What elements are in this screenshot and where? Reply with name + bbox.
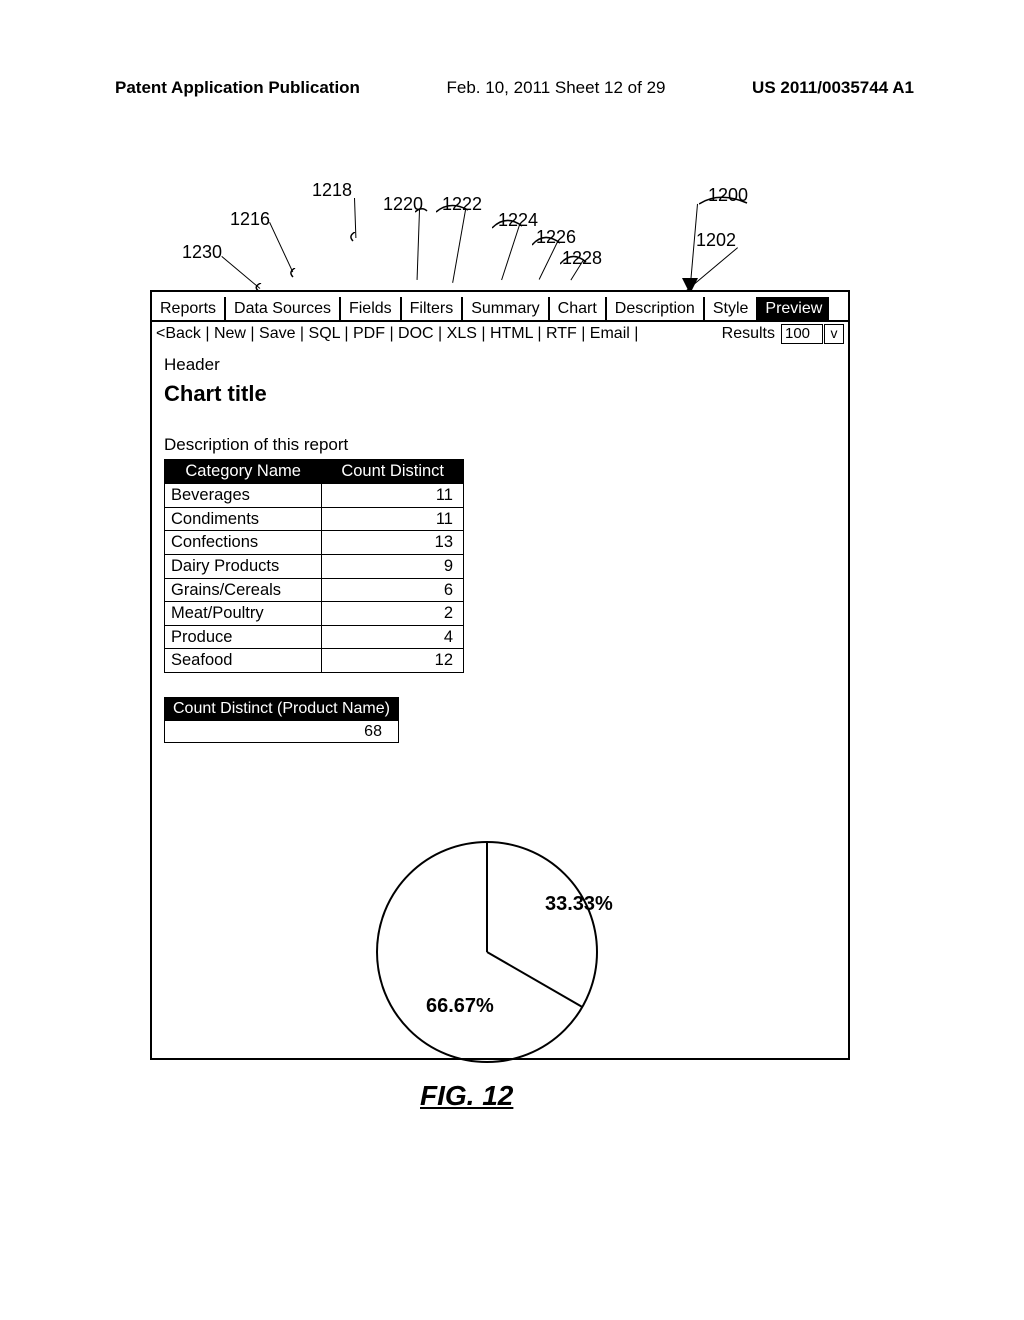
pub-right: US 2011/0035744 A1	[752, 78, 914, 98]
leader-1224	[501, 225, 520, 280]
table-row: Beverages11	[165, 484, 464, 508]
tab-fields[interactable]: Fields	[341, 297, 402, 320]
leader-1222-hook	[436, 204, 472, 214]
annot-1202: 1202	[696, 230, 736, 251]
leader-1224-hook	[492, 218, 528, 230]
tab-description[interactable]: Description	[607, 297, 705, 320]
table-row: Grains/Cereals6	[165, 578, 464, 602]
cell-val: 11	[322, 507, 464, 531]
cell-cat: Seafood	[165, 649, 322, 673]
results-dropdown-icon[interactable]: v	[824, 324, 844, 344]
cell-val: 2	[322, 602, 464, 626]
table-row: Seafood12	[165, 649, 464, 673]
tab-data-sources[interactable]: Data Sources	[226, 297, 341, 320]
pie-label-b: 66.67%	[426, 995, 494, 1017]
results-label: Results	[722, 325, 775, 343]
leader-1216-hook	[288, 268, 302, 278]
leader-1218-hook	[348, 232, 362, 242]
cell-cat: Dairy Products	[165, 554, 322, 578]
leader-1226-hook	[532, 235, 566, 247]
page-header: Patent Application Publication Feb. 10, …	[115, 78, 914, 98]
cell-val: 13	[322, 531, 464, 555]
header-text: Header	[164, 355, 836, 375]
table-row: Meat/Poultry2	[165, 602, 464, 626]
summary-value: 68	[165, 721, 399, 743]
tab-preview[interactable]: Preview	[758, 297, 829, 320]
leader-1222	[452, 210, 466, 283]
col-header-category: Category Name	[165, 460, 322, 484]
cell-cat: Condiments	[165, 507, 322, 531]
data-table: Category Name Count Distinct Beverages11…	[164, 459, 464, 673]
chart-title: Chart title	[164, 381, 836, 407]
pub-center: Feb. 10, 2011 Sheet 12 of 29	[447, 78, 666, 98]
tab-style[interactable]: Style	[705, 297, 759, 320]
results-input[interactable]: 100	[781, 324, 823, 344]
leader-1200-hook	[699, 195, 749, 207]
tab-bar: Reports Data Sources Fields Filters Summ…	[152, 292, 848, 322]
table-row: Dairy Products9	[165, 554, 464, 578]
cell-val: 9	[322, 554, 464, 578]
leader-1220	[417, 210, 420, 280]
leader-1216	[269, 222, 293, 272]
cell-cat: Produce	[165, 625, 322, 649]
tab-summary[interactable]: Summary	[463, 297, 549, 320]
report-description: Description of this report	[164, 435, 836, 455]
col-header-count: Count Distinct	[322, 460, 464, 484]
cell-cat: Meat/Poultry	[165, 602, 322, 626]
cell-val: 12	[322, 649, 464, 673]
annot-1216: 1216	[230, 209, 270, 230]
sub-toolbar-links[interactable]: <Back | New | Save | SQL | PDF | DOC | X…	[156, 325, 638, 343]
cell-cat: Confections	[165, 531, 322, 555]
summary-header: Count Distinct (Product Name)	[165, 698, 399, 721]
leader-1220-hook	[415, 204, 429, 214]
report-body: Header Chart title Description of this r…	[152, 347, 848, 751]
pie-label-a: 33.33%	[545, 893, 613, 915]
annot-1218: 1218	[312, 180, 352, 201]
pie-svg: 33.33% 66.67%	[347, 832, 647, 1072]
annot-1230: 1230	[182, 242, 222, 263]
summary-table: Count Distinct (Product Name) 68	[164, 697, 399, 743]
table-row: Confections13	[165, 531, 464, 555]
cell-cat: Grains/Cereals	[165, 578, 322, 602]
table-row: Condiments11	[165, 507, 464, 531]
tab-chart[interactable]: Chart	[550, 297, 607, 320]
tab-filters[interactable]: Filters	[402, 297, 464, 320]
table-row: Produce4	[165, 625, 464, 649]
pie-chart: 33.33% 66.67%	[347, 832, 647, 1072]
sub-toolbar: <Back | New | Save | SQL | PDF | DOC | X…	[152, 322, 848, 347]
app-window: Reports Data Sources Fields Filters Summ…	[150, 290, 850, 1060]
figure-caption: FIG. 12	[420, 1080, 513, 1112]
tab-reports[interactable]: Reports	[152, 297, 226, 320]
pub-left: Patent Application Publication	[115, 78, 360, 98]
cell-val: 11	[322, 484, 464, 508]
leader-1228-hook	[560, 254, 592, 266]
cell-val: 4	[322, 625, 464, 649]
cell-val: 6	[322, 578, 464, 602]
cell-cat: Beverages	[165, 484, 322, 508]
